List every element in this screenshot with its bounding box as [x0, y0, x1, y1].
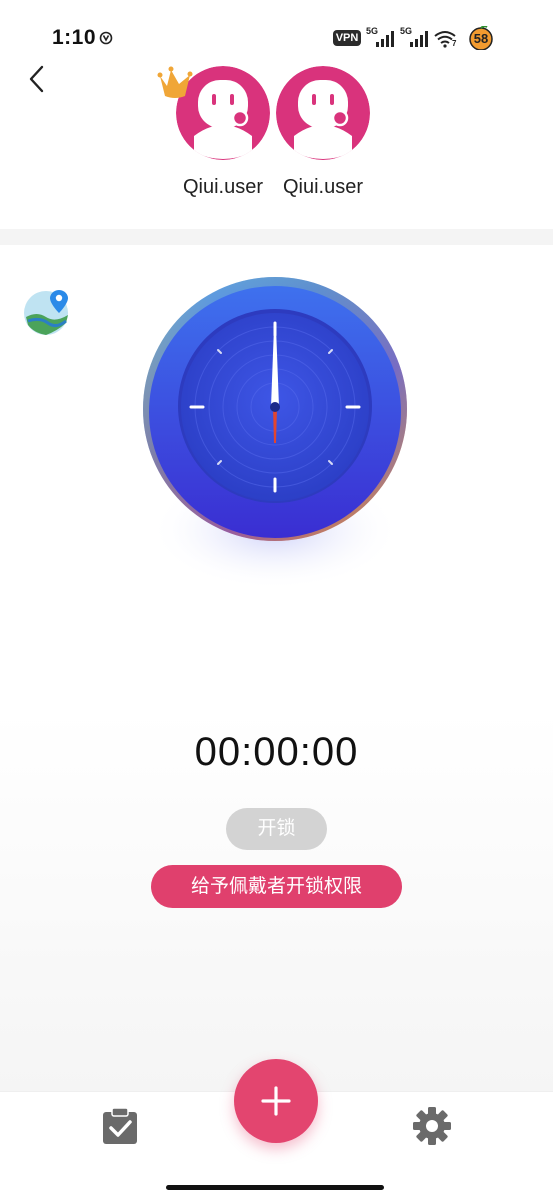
clipboard-check-icon[interactable] — [100, 1106, 140, 1146]
unlock-button[interactable]: 开锁 — [226, 808, 327, 850]
nfc-icon — [99, 31, 113, 45]
crown-icon — [157, 66, 193, 98]
plus-icon — [261, 1086, 291, 1116]
wifi-level: 7 — [452, 39, 457, 48]
user-name: Qiui.user — [182, 176, 264, 198]
user-avatar[interactable] — [276, 66, 370, 160]
status-bar: 1:10 VPN 5G 5G 7 58 — [0, 0, 553, 60]
user-name: Qiui.user — [282, 176, 364, 198]
grant-unlock-permission-button[interactable]: 给予佩戴者开锁权限 — [151, 865, 402, 908]
signal-icon — [376, 31, 394, 47]
home-indicator[interactable] — [166, 1185, 384, 1190]
clock-dial — [143, 277, 407, 590]
gear-icon[interactable] — [412, 1106, 452, 1146]
add-button[interactable] — [234, 1059, 318, 1143]
back-button[interactable] — [22, 62, 52, 96]
section-divider — [0, 229, 553, 245]
status-time: 1:10 — [52, 26, 97, 49]
vpn-badge: VPN — [333, 30, 361, 46]
signal-icon — [410, 31, 428, 47]
countdown-timer: 00:00:00 — [194, 730, 359, 774]
map-location-icon[interactable] — [22, 287, 72, 337]
battery-level: 58 — [473, 31, 489, 46]
